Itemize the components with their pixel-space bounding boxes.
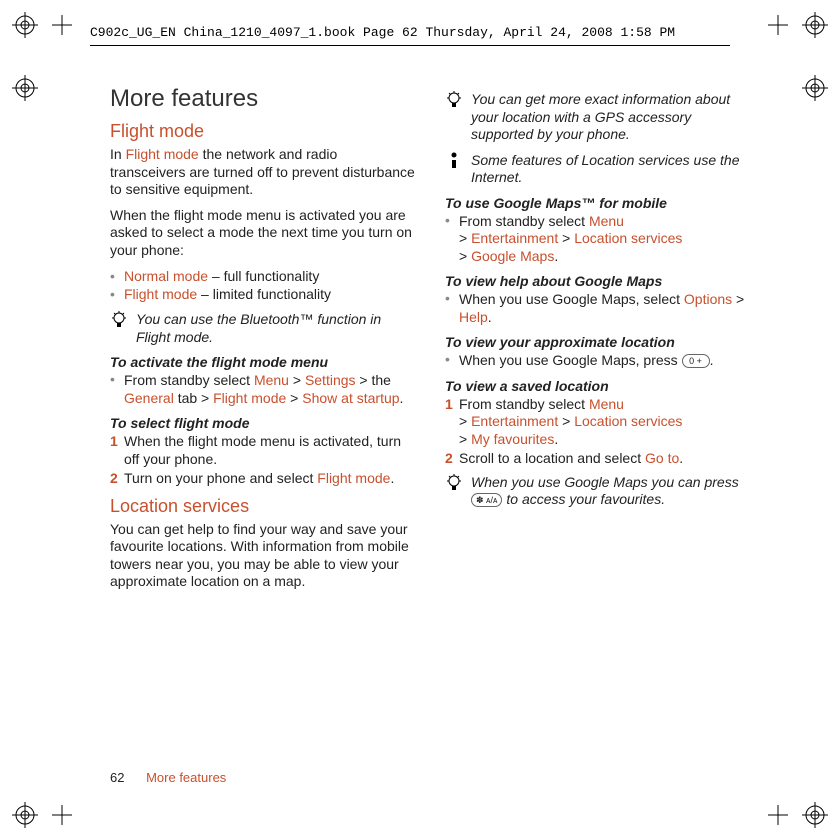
tip-gps: You can get more exact information about… xyxy=(445,91,750,144)
step-line: • When you use Google Maps, press 0 +. xyxy=(445,352,750,370)
column-right: You can get more exact information about… xyxy=(445,85,750,599)
flight-intro: In Flight mode the network and radio tra… xyxy=(110,146,415,199)
step-heading: To view your approximate location xyxy=(445,334,750,350)
step-number: 1 xyxy=(445,396,453,414)
page-footer: 62 More features xyxy=(110,770,226,785)
step-number: 2 xyxy=(110,470,118,488)
header-rule xyxy=(90,45,730,46)
step-number: 2 xyxy=(445,450,453,468)
crop-mark-bottom-left xyxy=(12,802,72,828)
list-item: Normal mode – full functionality xyxy=(110,267,415,285)
step-heading: To view help about Google Maps xyxy=(445,273,750,289)
registration-icon xyxy=(802,12,828,38)
step-line: • From standby select Menu > Entertainme… xyxy=(445,213,750,266)
flight-explain: When the flight mode menu is activated y… xyxy=(110,207,415,260)
registration-icon xyxy=(12,75,38,101)
bullet-icon: • xyxy=(110,372,115,386)
section-label: More features xyxy=(146,770,226,785)
bullet-icon: • xyxy=(445,352,450,366)
step-line: 1 When the flight mode menu is activated… xyxy=(110,433,415,468)
registration-icon xyxy=(802,802,828,828)
registration-icon xyxy=(802,75,828,101)
step-number: 1 xyxy=(110,433,118,451)
list-item: Flight mode – limited functionality xyxy=(110,285,415,303)
step-line: 2 Turn on your phone and select Flight m… xyxy=(110,470,415,488)
step-line: • When you use Google Maps, select Optio… xyxy=(445,291,750,326)
bullet-icon: • xyxy=(445,213,450,227)
crop-mark-bottom-right xyxy=(768,802,828,828)
crop-icon xyxy=(52,15,72,35)
mode-list: Normal mode – full functionality Flight … xyxy=(110,267,415,303)
heading-flight-mode: Flight mode xyxy=(110,121,415,142)
lightbulb-icon xyxy=(445,474,463,509)
step-heading: To view a saved location xyxy=(445,378,750,394)
step-heading: To use Google Maps™ for mobile xyxy=(445,195,750,211)
lightbulb-icon xyxy=(110,311,128,346)
registration-icon xyxy=(12,802,38,828)
crop-icon xyxy=(768,15,788,35)
lightbulb-icon xyxy=(445,91,463,144)
tip-favourites: When you use Google Maps you can press ✽… xyxy=(445,474,750,509)
link-flight-mode: Flight mode xyxy=(126,146,199,162)
step-line: 2 Scroll to a location and select Go to. xyxy=(445,450,750,468)
column-left: More features Flight mode In Flight mode… xyxy=(110,85,415,599)
step-line: 1 From standby select Menu > Entertainme… xyxy=(445,396,750,449)
crop-mark-mid-left xyxy=(12,75,38,101)
heading-location-services: Location services xyxy=(110,496,415,517)
crop-mark-top-left xyxy=(12,12,72,38)
step-heading: To select flight mode xyxy=(110,415,415,431)
crop-mark-top-right xyxy=(768,12,828,38)
info-icon xyxy=(445,152,463,187)
step-heading: To activate the flight mode menu xyxy=(110,354,415,370)
tip-bluetooth: You can use the Bluetooth™ function in F… xyxy=(110,311,415,346)
step-line: • From standby select Menu > Settings > … xyxy=(110,372,415,407)
print-header: C902c_UG_EN China_1210_4097_1.book Page … xyxy=(90,25,675,40)
tip-internet: Some features of Location services use t… xyxy=(445,152,750,187)
bullet-icon: • xyxy=(445,291,450,305)
registration-icon xyxy=(12,12,38,38)
page-body: More features Flight mode In Flight mode… xyxy=(110,85,755,785)
crop-icon xyxy=(52,805,72,825)
page-title: More features xyxy=(110,85,415,113)
page-number: 62 xyxy=(110,770,124,785)
key-zero: 0 + xyxy=(682,354,710,368)
location-intro: You can get help to find your way and sa… xyxy=(110,521,415,591)
crop-icon xyxy=(768,805,788,825)
crop-mark-mid-right xyxy=(802,75,828,101)
key-star: ✽ ᴀ/ᴀ xyxy=(471,493,502,507)
